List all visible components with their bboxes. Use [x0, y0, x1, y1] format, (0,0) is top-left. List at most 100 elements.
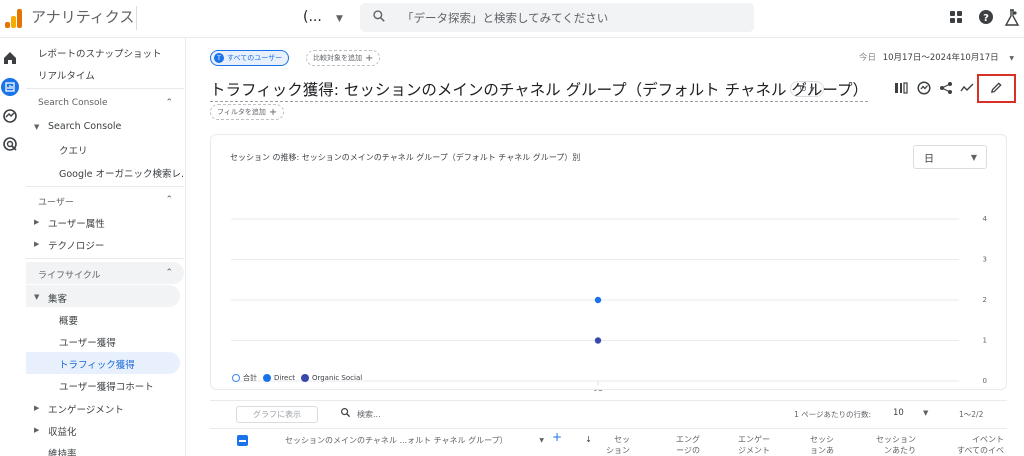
legend-item-organic-social[interactable]: Organic Social	[300, 374, 362, 382]
sidebar-item-retention[interactable]: 維持率	[48, 446, 185, 456]
metric-header-sessions[interactable]: セッ ション	[596, 434, 630, 456]
sidebar-item-monetization[interactable]: 収益化	[48, 424, 185, 438]
search-box[interactable]: 「データ探索」と検索してみてください	[360, 3, 754, 32]
legend-swatch	[300, 374, 309, 382]
legend-swatch	[232, 374, 240, 382]
expand-triangle-icon[interactable]: ▶	[34, 240, 39, 248]
add-filter-button[interactable]: フィルタを追加 +	[210, 104, 285, 120]
advertising-icon[interactable]	[2, 136, 18, 152]
expand-triangle-icon[interactable]: ▶	[34, 218, 39, 226]
sidebar-item-google-organic[interactable]: Google オーガニック検索レ...	[59, 166, 185, 180]
apps-grid-icon[interactable]	[948, 9, 964, 25]
y-tick-label: 1	[983, 337, 987, 345]
divider	[26, 186, 184, 187]
add-comparison-button[interactable]: 比較対象を追加 +	[306, 50, 381, 66]
sidebar-item-acquisition[interactable]: 集客	[48, 291, 185, 305]
chevron-up-icon[interactable]: ⌃	[165, 195, 173, 205]
metric-header-avg-engagement-time[interactable]: セッシ ョンあ	[790, 434, 834, 456]
chevron-down-icon[interactable]: ▼	[534, 435, 544, 446]
sidebar-item-demographics[interactable]: ユーザー属性	[48, 216, 185, 230]
date-range-value: 10月17日～2024年10月17日	[882, 53, 999, 63]
sidebar-item-engagement[interactable]: エンゲージメント	[48, 402, 185, 416]
reports-icon[interactable]	[1, 78, 19, 96]
trend-icon[interactable]	[960, 81, 974, 95]
chevron-down-icon: ▼	[809, 85, 815, 93]
chevron-down-icon: ▼	[1009, 55, 1014, 62]
page-range: 1～2/2	[959, 410, 984, 419]
legend-item-total[interactable]: 合計	[232, 373, 257, 383]
y-tick-label: 3	[983, 256, 987, 264]
main-content: T すべてのユーザー 比較対象を追加 + 今日 10月17日～2024年10月1…	[187, 38, 1024, 456]
account-picker[interactable]: (...	[303, 9, 322, 25]
edit-pencil-icon[interactable]	[990, 81, 1003, 94]
expand-triangle-icon[interactable]: ▶	[34, 404, 39, 412]
metric-header-engagement-rate[interactable]: エンゲー ジメント	[722, 434, 770, 456]
sidebar-item-search-console[interactable]: Search Console	[48, 121, 185, 132]
chevron-up-icon[interactable]: ⌃	[165, 98, 173, 108]
app-title: アナリティクス	[31, 8, 135, 26]
left-rail	[0, 38, 20, 456]
table-search-input[interactable]: 検索...	[357, 409, 381, 420]
sidebar-item-snapshot[interactable]: レポートのスナップショット	[38, 46, 185, 60]
period-select[interactable]: 日 ▼	[913, 145, 987, 169]
sidebar-section-lifecycle[interactable]: ライフサイクル	[38, 268, 185, 281]
sidebar-item-realtime[interactable]: リアルタイム	[38, 68, 185, 82]
data-point-Direct	[594, 296, 602, 304]
chart-card: 012341710月 セッション の推移: セッションのメインのチャネル グルー…	[210, 134, 1007, 391]
check-circle-icon: ⊘	[799, 84, 807, 94]
select-all-checkbox[interactable]	[237, 435, 248, 446]
analytics-logo-icon[interactable]	[3, 6, 25, 28]
sidebar-section-user[interactable]: ユーザー	[38, 195, 185, 208]
rows-per-page-select[interactable]: 10	[893, 408, 904, 418]
chart-legend: 合計 Direct Organic Social	[232, 373, 368, 383]
sidebar-item-technology[interactable]: テクノロジー	[48, 238, 185, 252]
chevron-down-icon[interactable]: ▼	[336, 14, 343, 24]
date-range-picker[interactable]: 今日 10月17日～2024年10月17日 ▼	[859, 51, 1014, 63]
sessions-chart: 012341710月	[231, 215, 988, 391]
legend-item-direct[interactable]: Direct	[263, 374, 295, 382]
svg-text:?: ?	[983, 13, 989, 24]
help-icon[interactable]: ?	[978, 9, 994, 25]
sidebar-section-search-console[interactable]: Search Console	[38, 98, 185, 108]
dimension-header[interactable]: セッションのメインのチャネル ...ォルト チャネル グループ）	[285, 435, 545, 446]
segment-icon: T	[214, 53, 224, 63]
metric-header-events-per-session[interactable]: セッション ンあたり	[860, 434, 916, 456]
y-tick-label: 0	[983, 377, 987, 385]
legend-swatch	[263, 374, 271, 382]
section-title: ライフサイクル	[38, 271, 101, 281]
rows-per-page-label: 1 ページあたりの行数:	[794, 410, 872, 419]
add-dimension-button[interactable]: +	[550, 432, 562, 443]
sidebar-item-queries[interactable]: クエリ	[59, 143, 185, 157]
segment-chip-all-users[interactable]: T すべてのユーザー	[210, 50, 290, 66]
insights-icon[interactable]	[917, 81, 931, 95]
compare-columns-icon[interactable]	[894, 81, 908, 95]
labs-flask-icon[interactable]	[1004, 9, 1020, 27]
expand-triangle-icon[interactable]: ▼	[34, 123, 39, 131]
chevron-up-icon[interactable]: ⌃	[165, 268, 173, 278]
chevron-down-icon[interactable]: ▼	[923, 409, 928, 417]
search-icon	[341, 408, 351, 418]
sidebar-item-user-acquisition[interactable]: ユーザー獲得	[59, 335, 185, 349]
plus-icon: +	[365, 52, 374, 64]
plot-rows-button[interactable]: グラフに表示	[236, 406, 318, 423]
title-status-dropdown[interactable]: ⊘ ▼	[790, 81, 824, 97]
today-label: 今日	[859, 53, 877, 63]
page-title: トラフィック獲得: セッションのメインのチャネル グループ（デフォルト チャネル…	[210, 78, 868, 102]
sidebar-item-traffic-acquisition[interactable]: トラフィック獲得	[59, 357, 185, 371]
plus-icon: +	[268, 106, 278, 118]
metric-header-engaged-sessions[interactable]: エング ージの	[658, 434, 700, 456]
expand-triangle-icon[interactable]: ▼	[34, 293, 39, 301]
segment-label: すべてのユーザー	[227, 54, 283, 62]
home-icon[interactable]	[2, 50, 18, 66]
explore-icon[interactable]	[2, 108, 18, 124]
expand-triangle-icon[interactable]: ▶	[34, 426, 39, 434]
sidebar-item-acquisition-cohort[interactable]: ユーザー獲得コホート	[59, 379, 185, 393]
chart-title: セッション の推移: セッションのメインのチャネル グループ（デフォルト チャネ…	[230, 153, 581, 162]
sidebar-item-overview[interactable]: 概要	[59, 313, 185, 327]
add-filter-label: フィルタを追加	[217, 108, 266, 116]
share-icon[interactable]	[939, 81, 953, 95]
divider	[136, 6, 137, 30]
section-title: Search Console	[38, 98, 108, 108]
sort-arrow-icon[interactable]: ↓	[582, 434, 592, 445]
metric-header-event-count[interactable]: イベント すべてのイベ	[940, 434, 1004, 456]
